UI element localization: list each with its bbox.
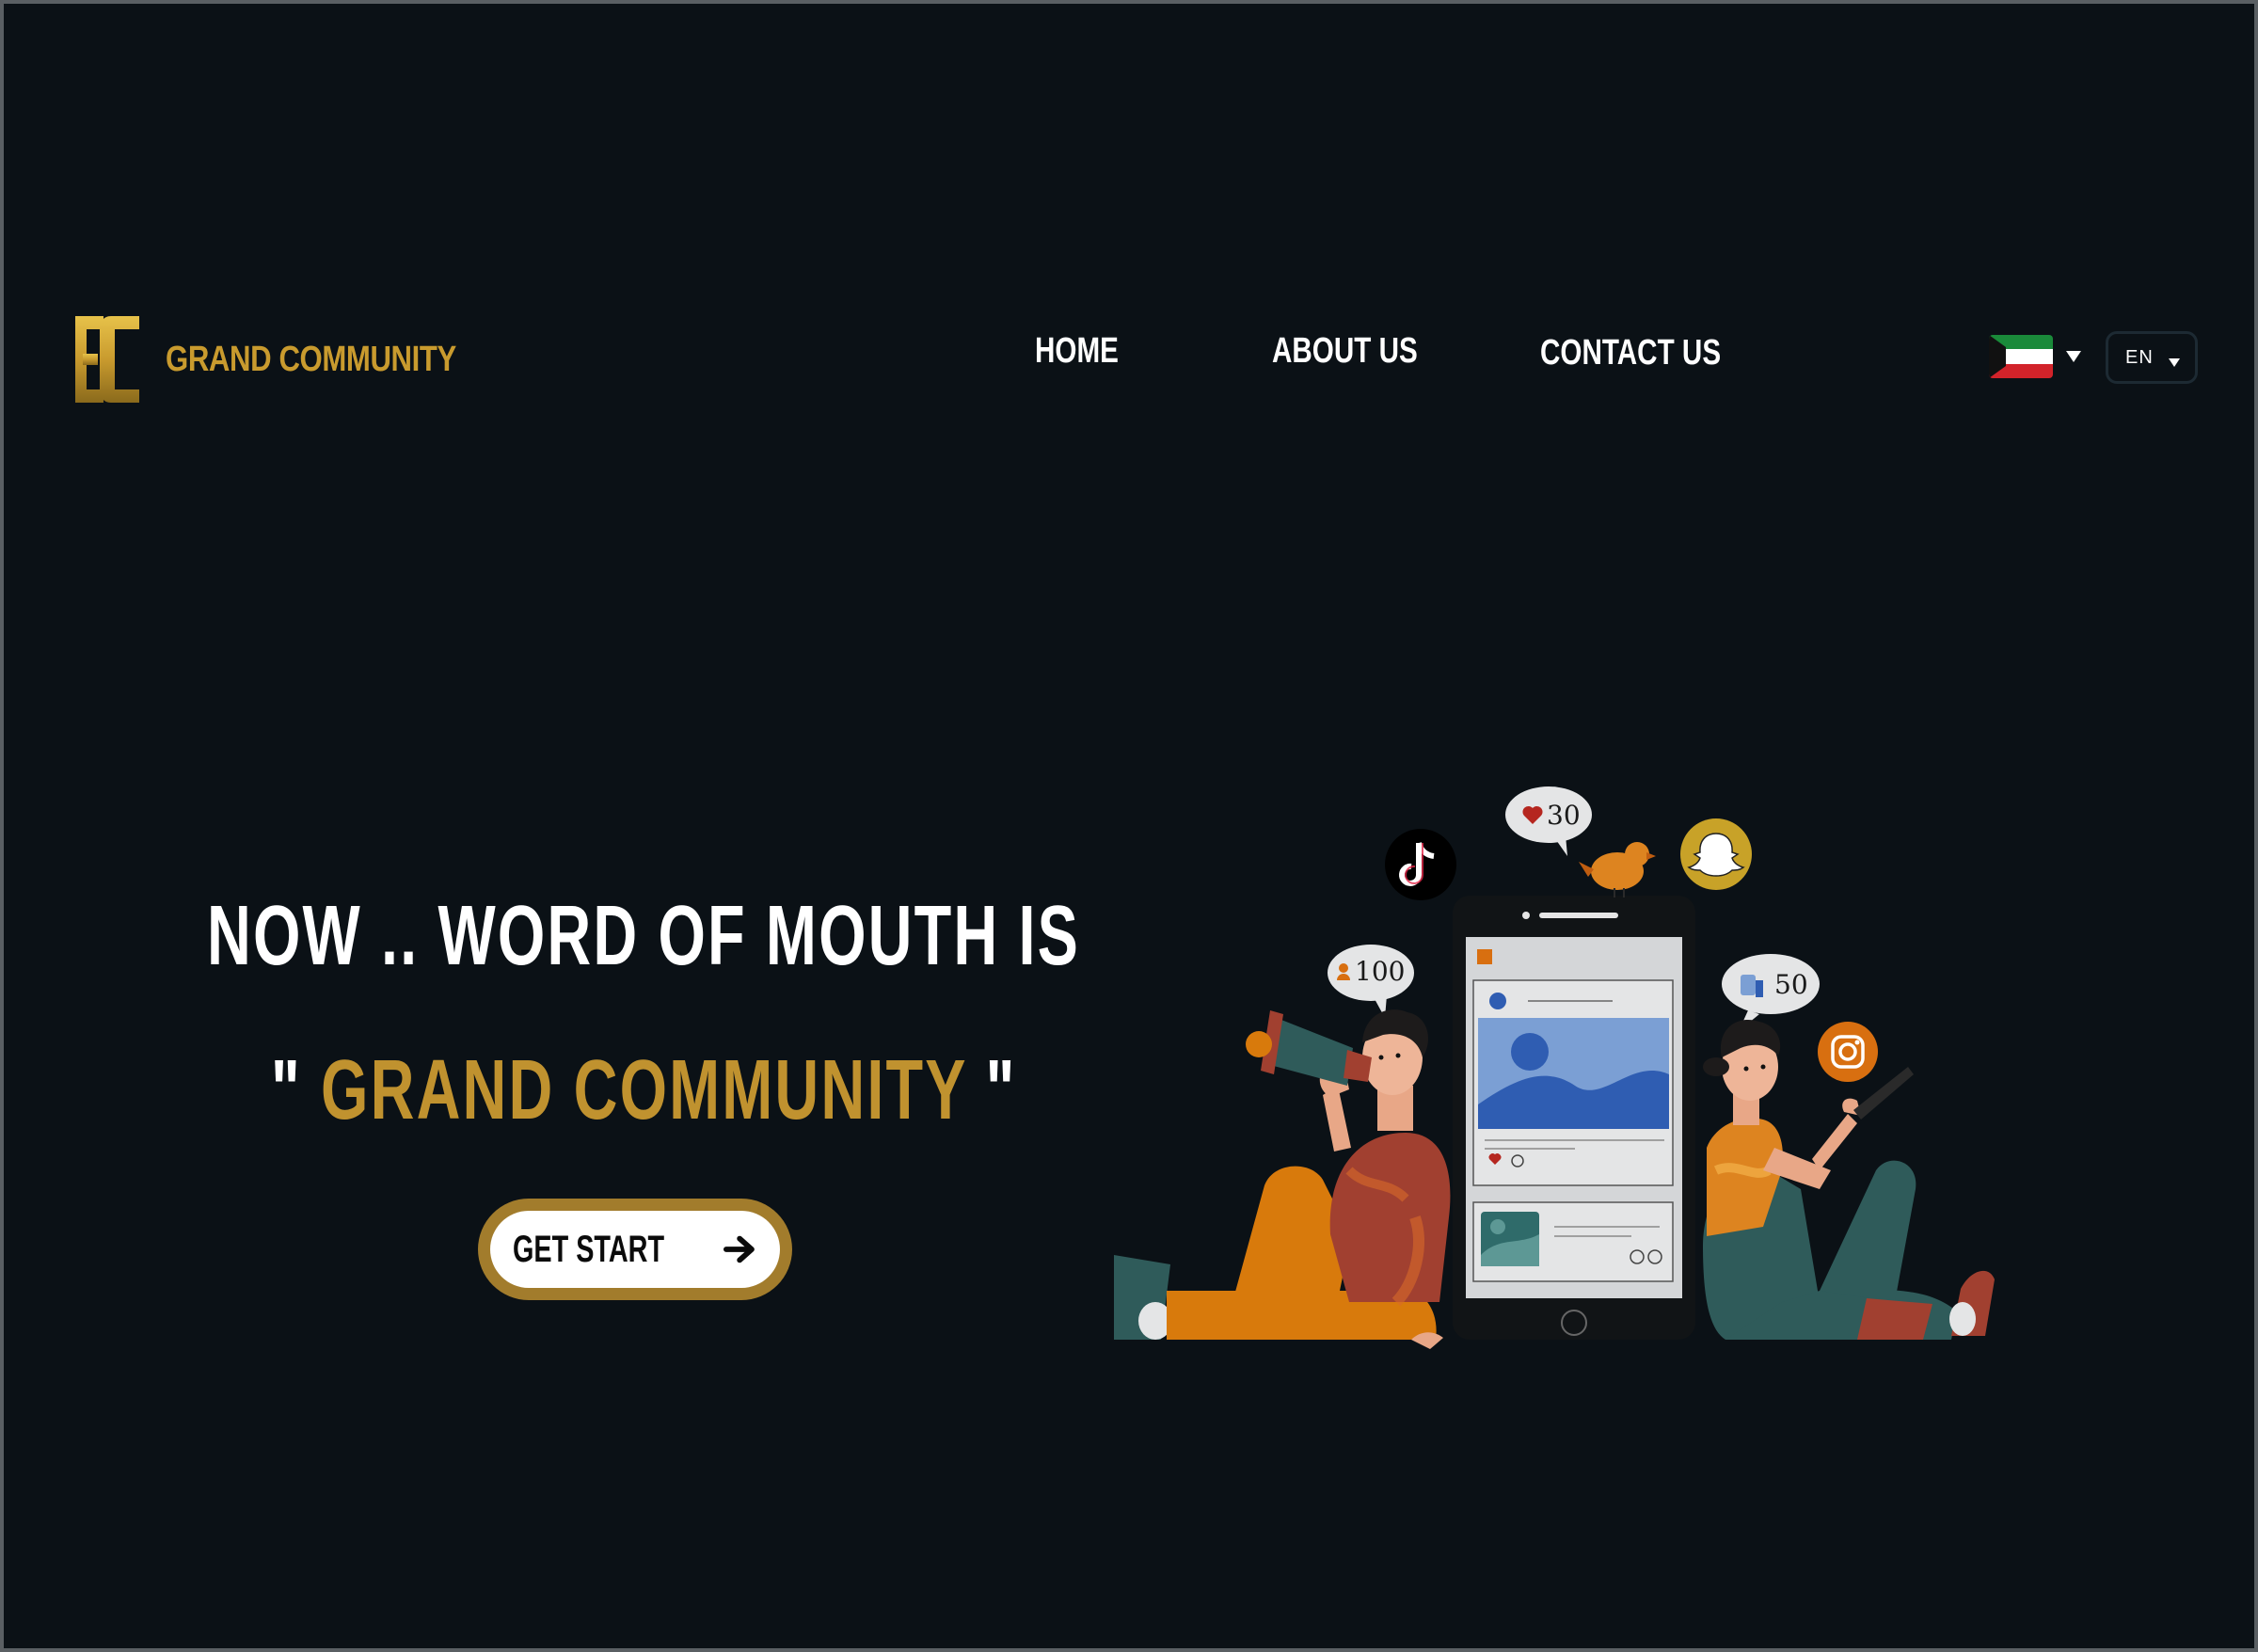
thumbs-bubble: 50 bbox=[1722, 954, 1820, 1031]
followers-bubble: 100 bbox=[1328, 945, 1414, 1018]
man-with-megaphone bbox=[1114, 1009, 1451, 1349]
bird-icon bbox=[1579, 842, 1656, 897]
thumbs-up-icon bbox=[1741, 975, 1756, 995]
hero-highlight: GRAND COMMUNITY bbox=[321, 1043, 967, 1137]
site-header: GRAND COMMUNITY HOME ABOUT US CONTACT US… bbox=[4, 4, 2254, 474]
thumbs-count: 50 bbox=[1774, 969, 1808, 1000]
snapchat-icon bbox=[1680, 818, 1752, 890]
quote-close: " bbox=[985, 1043, 1017, 1137]
get-start-button[interactable]: GET START bbox=[478, 1199, 792, 1300]
likes-count: 30 bbox=[1547, 800, 1581, 831]
language-select[interactable]: EN bbox=[2106, 331, 2198, 384]
nav-home-link[interactable]: HOME bbox=[1035, 331, 1119, 372]
hero-tagline: " GRAND COMMUNITY " bbox=[271, 1042, 1016, 1139]
tiktok-icon bbox=[1385, 829, 1456, 900]
quote-open: " bbox=[271, 1043, 302, 1137]
main-nav: HOME ABOUT US CONTACT US bbox=[4, 331, 2254, 378]
hero-headline: NOW .. WORD OF MOUTH IS bbox=[207, 889, 1081, 983]
language-value: EN bbox=[2125, 346, 2154, 368]
get-start-button-inner: GET START bbox=[490, 1211, 780, 1288]
arrow-right-icon bbox=[723, 1235, 755, 1263]
chevron-down-icon bbox=[2066, 351, 2081, 362]
followers-count: 100 bbox=[1355, 956, 1405, 987]
likes-bubble: 30 bbox=[1505, 786, 1592, 856]
nav-about-link[interactable]: ABOUT US bbox=[1272, 331, 1418, 372]
phone-icon bbox=[1453, 896, 1695, 1340]
megaphone-icon bbox=[1270, 1020, 1353, 1086]
country-flag-dropdown[interactable] bbox=[1989, 335, 2081, 378]
chevron-down-icon bbox=[2169, 358, 2180, 367]
get-start-label: GET START bbox=[513, 1228, 665, 1270]
nav-contact-link[interactable]: CONTACT US bbox=[1540, 333, 1721, 373]
social-media-illustration: 30 100 50 bbox=[1114, 786, 1995, 1349]
instagram-icon bbox=[1818, 1022, 1878, 1082]
page-frame: GRAND COMMUNITY HOME ABOUT US CONTACT US… bbox=[0, 0, 2258, 1652]
kuwait-flag-icon bbox=[1989, 335, 2053, 378]
